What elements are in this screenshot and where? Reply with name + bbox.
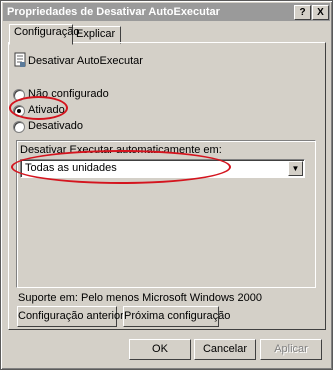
title-bar: Propriedades de Desativar AutoExecutar ?… — [3, 3, 330, 21]
annotation-ellipse-select — [11, 150, 231, 184]
radio-button[interactable] — [13, 121, 25, 133]
properties-dialog: Propriedades de Desativar AutoExecutar ?… — [0, 0, 333, 370]
close-icon[interactable]: X — [312, 5, 329, 20]
support-text: Suporte em: Pelo menos Microsoft Windows… — [18, 292, 262, 304]
apply-button[interactable]: Aplicar — [260, 339, 322, 360]
radio-label: Desativado — [28, 120, 84, 132]
cancel-button[interactable]: Cancelar — [194, 339, 256, 360]
ok-button[interactable]: OK — [129, 339, 191, 360]
tab-configuracao[interactable]: Configuração — [9, 24, 79, 45]
policy-document-icon — [14, 52, 26, 67]
window-title: Propriedades de Desativar AutoExecutar — [7, 6, 220, 18]
tab-label: Configuração — [14, 26, 80, 38]
annotation-ellipse-ativado — [9, 96, 68, 120]
next-setting-button[interactable]: Próxima configuração — [123, 306, 230, 327]
chevron-down-icon[interactable]: ▼ — [288, 161, 303, 176]
tab-label: Explicar — [76, 28, 116, 40]
setting-name: Desativar AutoExecutar — [28, 55, 143, 67]
previous-setting-button[interactable]: Configuração anterior — [17, 306, 124, 327]
help-icon[interactable]: ? — [294, 5, 311, 20]
